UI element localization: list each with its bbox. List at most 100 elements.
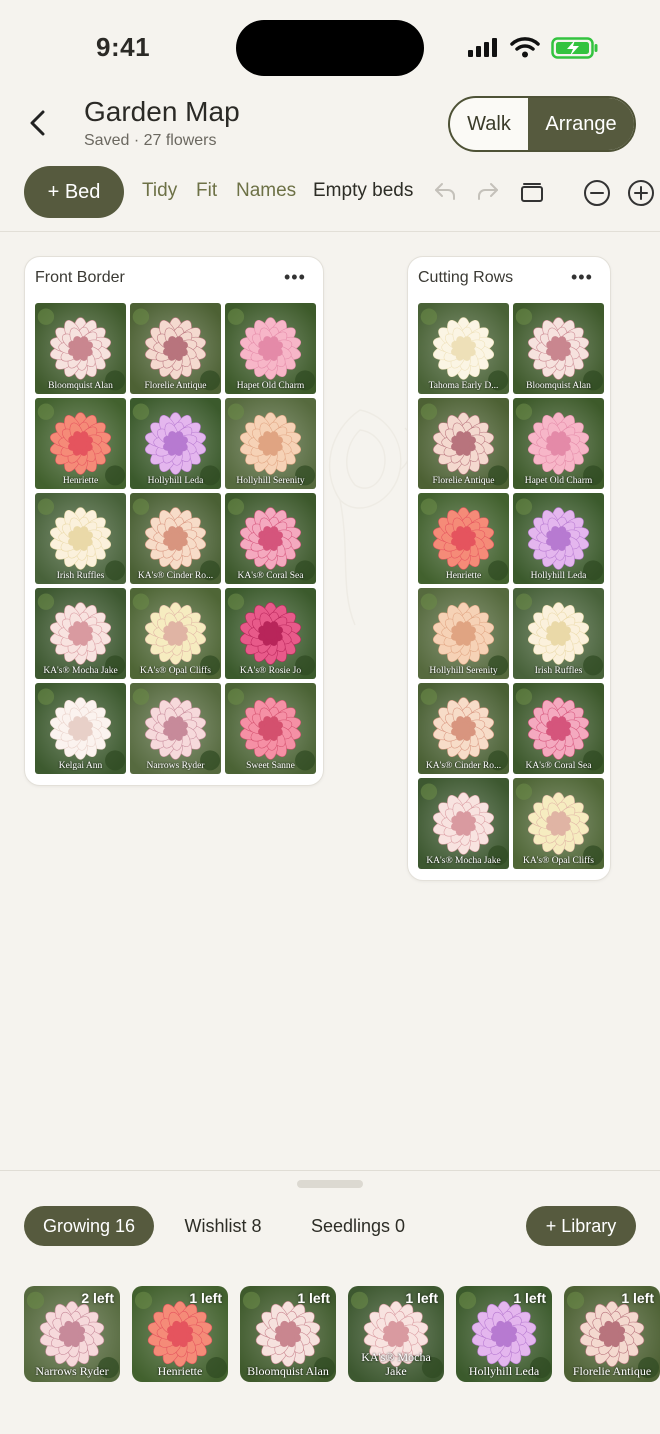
flower-tile[interactable]: Irish Ruffles [35, 493, 126, 584]
flower-tile-label: KA's® Opal Cliffs [522, 856, 595, 866]
battery-charging-icon [551, 37, 598, 59]
layers-icon[interactable] [520, 181, 544, 203]
bed-title: Front Border [35, 269, 125, 286]
flower-tile[interactable]: KA's® Rosie Jo [225, 588, 316, 679]
flower-tile[interactable]: Henriette [418, 493, 509, 584]
flower-tile[interactable]: Tahoma Early D... [418, 303, 509, 394]
walk-mode-button[interactable]: Walk [450, 98, 528, 150]
zoom-out-icon[interactable] [583, 179, 611, 207]
plant-card-label: Hollyhill Leda [468, 1364, 540, 1378]
flower-tile-label: Hapet Old Charm [524, 476, 593, 486]
flower-tile-label: Sweet Sanne [246, 761, 295, 771]
flower-tile[interactable]: Florelie Antique [130, 303, 221, 394]
plant-card[interactable]: 1 left Hollyhill Leda [456, 1286, 552, 1382]
flower-tile[interactable]: KA's® Coral Sea [513, 683, 604, 774]
flower-tile[interactable]: KA's® Opal Cliffs [513, 778, 604, 869]
flower-tile[interactable]: KA's® Cinder Ro... [130, 493, 221, 584]
flower-tile[interactable]: KA's® Mocha Jake [35, 588, 126, 679]
flower-tile-label: Hapet Old Charm [236, 381, 305, 391]
flower-tile[interactable]: Bloomquist Alan [513, 303, 604, 394]
flower-tile[interactable]: KA's® Opal Cliffs [130, 588, 221, 679]
add-library-button[interactable]: + Library [526, 1206, 636, 1246]
flower-tile-label: KA's® Coral Sea [237, 571, 304, 581]
cellular-signal-icon [468, 38, 497, 57]
page-title: Garden Map [84, 96, 240, 127]
flower-tile-label: KA's® Cinder Ro... [425, 761, 502, 771]
names-button[interactable]: Names [236, 180, 296, 202]
status-time: 9:41 [96, 32, 151, 62]
flower-tile-label: Florelie Antique [432, 476, 495, 486]
remaining-count-badge: 1 left [405, 1290, 438, 1306]
remaining-count-badge: 1 left [621, 1290, 654, 1306]
arrange-mode-button[interactable]: Arrange [528, 98, 634, 150]
plant-card-label: Henriette [157, 1364, 203, 1378]
bed-more-icon[interactable]: ••• [284, 267, 306, 288]
tidy-button[interactable]: Tidy [142, 180, 177, 202]
remaining-count-badge: 1 left [513, 1290, 546, 1306]
sheet-drag-handle[interactable] [297, 1180, 363, 1188]
flower-tile[interactable]: Sweet Sanne [225, 683, 316, 774]
flower-tile[interactable]: Hollyhill Leda [513, 493, 604, 584]
plant-tray: 2 left Narrows Ryder 1 left Henriette 1 left… [24, 1286, 660, 1382]
mode-toggle: Walk Arrange [448, 96, 636, 152]
redo-icon[interactable] [476, 180, 500, 202]
flower-tile-label: Tahoma Early D... [428, 381, 499, 391]
flower-tile[interactable]: KA's® Mocha Jake [418, 778, 509, 869]
plant-card[interactable]: 1 left Bloomquist Alan [240, 1286, 336, 1382]
tab-wishlist[interactable]: Wishlist 8 [170, 1206, 276, 1246]
plant-card[interactable]: 1 left KA's® Mocha Jake [348, 1286, 444, 1382]
zoom-in-icon[interactable] [627, 179, 655, 207]
bed-front-border[interactable]: Front Border ••• Bloomquist Alan Florelie… [24, 256, 324, 786]
flower-tile-label: Hollyhill Leda [530, 571, 587, 581]
flower-tile[interactable]: Hollyhill Serenity [418, 588, 509, 679]
flower-tile[interactable]: Hollyhill Leda [130, 398, 221, 489]
flower-tile-label: Henriette [62, 476, 99, 486]
flower-tile[interactable]: Irish Ruffles [513, 588, 604, 679]
flower-tile[interactable]: Hollyhill Serenity [225, 398, 316, 489]
dynamic-island [236, 20, 424, 76]
flower-tile-label: Narrows Ryder [146, 761, 205, 771]
plant-card-label: KA's® Mocha Jake [361, 1350, 431, 1378]
remaining-count-badge: 2 left [81, 1290, 114, 1306]
toolbar: + Bed Tidy Fit Names Empty beds [0, 164, 660, 220]
tab-seedlings[interactable]: Seedlings 0 [296, 1206, 420, 1246]
flower-tile-label: KA's® Rosie Jo [239, 666, 302, 676]
flower-tile[interactable]: KA's® Coral Sea [225, 493, 316, 584]
flower-tile-label: KA's® Mocha Jake [426, 856, 501, 866]
plant-card[interactable]: 1 left Florelie Antique [564, 1286, 660, 1382]
flower-tile[interactable]: Narrows Ryder [130, 683, 221, 774]
flower-tile[interactable]: KA's® Cinder Ro... [418, 683, 509, 774]
add-bed-button[interactable]: + Bed [24, 166, 124, 218]
undo-icon[interactable] [433, 180, 457, 202]
flower-tile[interactable]: Hapet Old Charm [225, 303, 316, 394]
bed-more-icon[interactable]: ••• [571, 267, 593, 288]
flower-tile[interactable]: Bloomquist Alan [35, 303, 126, 394]
plant-card-label: Narrows Ryder [35, 1364, 109, 1378]
wifi-icon [510, 37, 540, 58]
plant-card-label: Bloomquist Alan [247, 1364, 329, 1378]
plant-card[interactable]: 1 left Henriette [132, 1286, 228, 1382]
flower-tile[interactable]: Henriette [35, 398, 126, 489]
bed-cutting-rows[interactable]: Cutting Rows ••• Tahoma Early D... Bloomq… [407, 256, 611, 881]
flower-tile[interactable]: Kelgai Ann [35, 683, 126, 774]
flower-tile-label: Irish Ruffles [56, 571, 105, 581]
sheet-divider [0, 1170, 660, 1171]
remaining-count-badge: 1 left [189, 1290, 222, 1306]
tab-growing[interactable]: Growing 16 [24, 1206, 154, 1246]
flower-tile-label: KA's® Cinder Ro... [137, 571, 214, 581]
remaining-count-badge: 1 left [297, 1290, 330, 1306]
plant-card[interactable]: 2 left Narrows Ryder [24, 1286, 120, 1382]
fit-button[interactable]: Fit [196, 180, 217, 202]
flower-tile-label: KA's® Coral Sea [525, 761, 592, 771]
back-chevron-icon[interactable] [26, 108, 50, 138]
flower-tile[interactable]: Florelie Antique [418, 398, 509, 489]
bed-title: Cutting Rows [418, 269, 514, 286]
page-subtitle: Saved · 27 flowers [84, 132, 217, 149]
flower-tile[interactable]: Hapet Old Charm [513, 398, 604, 489]
flower-tile-label: Irish Ruffles [534, 666, 583, 676]
bed-flower-grid: Tahoma Early D... Bloomquist Alan Florelie… [418, 303, 604, 869]
flower-tile-label: Florelie Antique [144, 381, 207, 391]
flower-tile-label: Bloomquist Alan [48, 381, 113, 391]
empty-beds-button[interactable]: Empty beds [313, 180, 413, 202]
flower-tile-label: Hollyhill Serenity [429, 666, 498, 676]
